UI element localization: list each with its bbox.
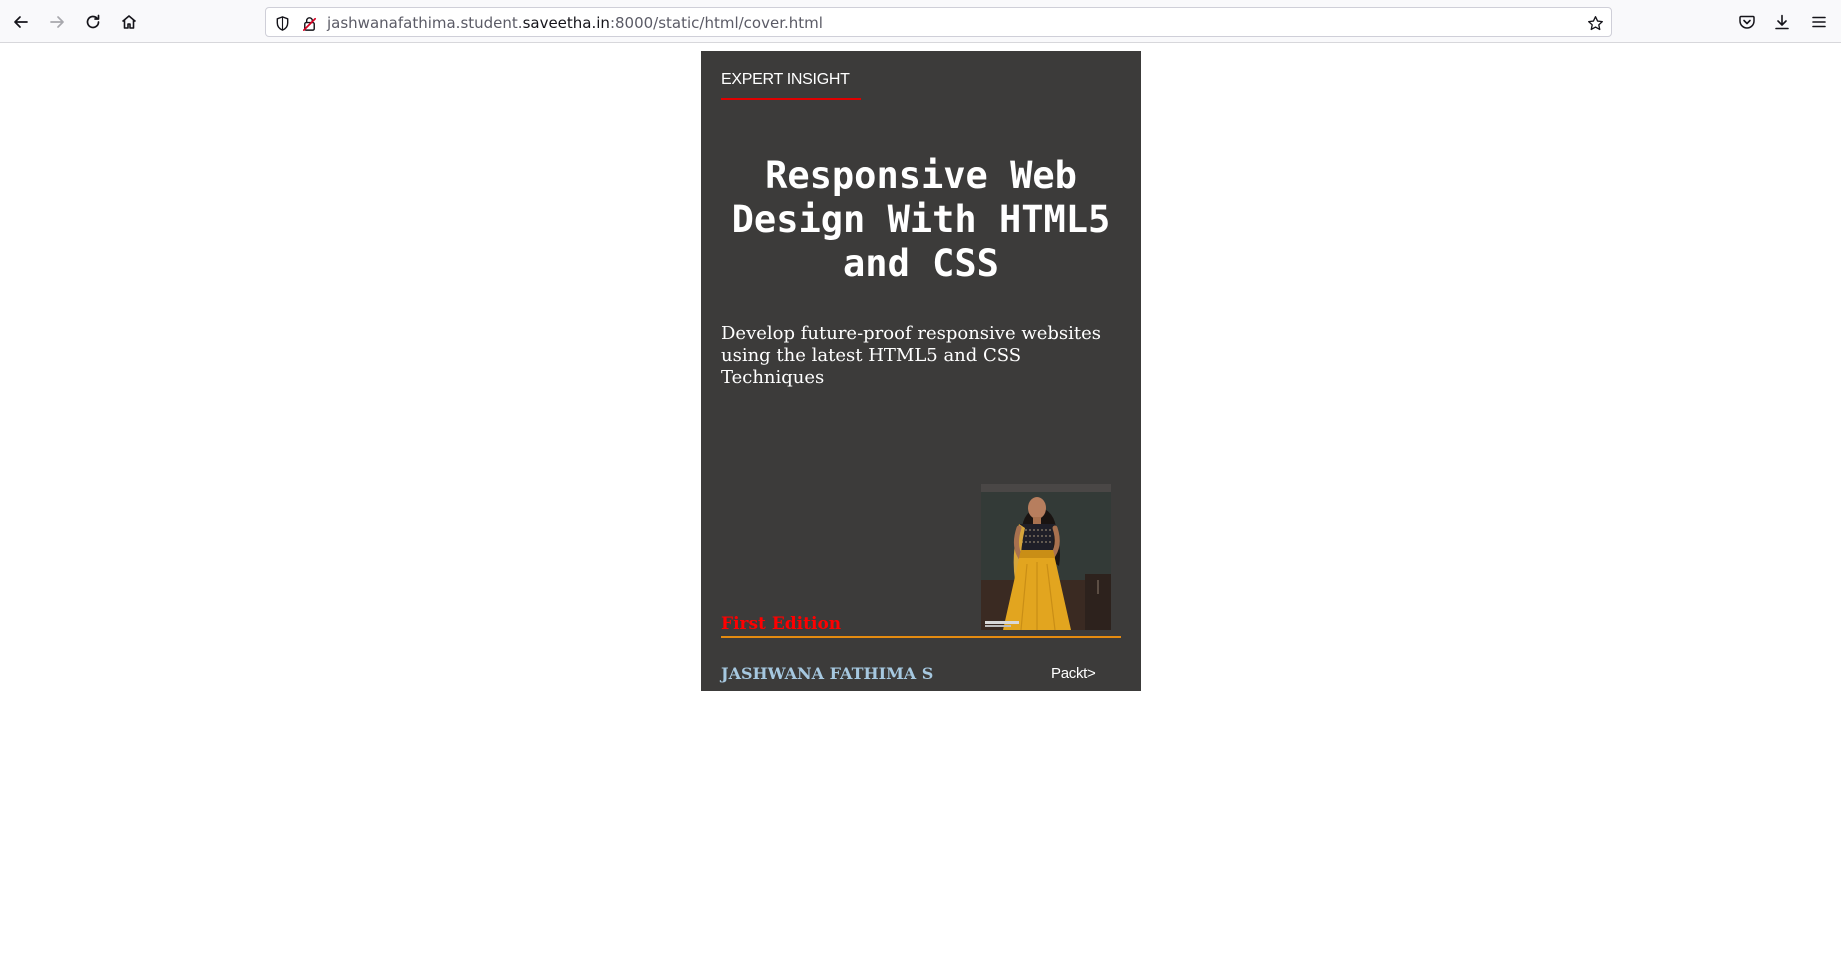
publisher-logo: Packt> (1051, 665, 1096, 682)
series-label: EXPERT INSIGHT (721, 71, 850, 88)
author-name: JASHWANA FATHIMA S (721, 664, 934, 683)
book-cover: EXPERT INSIGHT Responsive Web Design Wit… (701, 51, 1141, 691)
forward-arrow-icon (50, 16, 64, 28)
home-icon (121, 15, 137, 29)
url-domain: saveetha.in (522, 14, 610, 32)
forward-button[interactable] (43, 8, 71, 36)
edition-label: First Edition (721, 614, 842, 634)
url-text[interactable]: jashwanafathima.student.saveetha.in:8000… (327, 14, 823, 32)
edition-divider (721, 636, 1121, 638)
pocket-icon (1739, 15, 1755, 29)
star-icon[interactable] (1586, 14, 1604, 32)
home-button[interactable] (115, 8, 143, 36)
book-title: Responsive Web Design With HTML5 and CSS (731, 154, 1111, 285)
back-button[interactable] (7, 8, 35, 36)
url-suffix: :8000/static/html/cover.html (609, 14, 823, 32)
shield-icon[interactable] (273, 14, 291, 32)
back-arrow-icon (14, 16, 28, 28)
menu-button[interactable] (1805, 8, 1833, 36)
downloads-button[interactable] (1768, 8, 1796, 36)
insecure-lock-icon[interactable] (300, 14, 318, 32)
url-bar[interactable]: jashwanafathima.student.saveetha.in:8000… (265, 7, 1612, 37)
series-divider (721, 98, 861, 100)
author-photo (981, 484, 1111, 630)
download-icon (1775, 14, 1789, 30)
book-subtitle: Develop future-proof responsive websites… (721, 323, 1102, 388)
pocket-button[interactable] (1733, 8, 1761, 36)
hamburger-menu-icon (1812, 16, 1826, 28)
reload-button[interactable] (79, 8, 107, 36)
reload-icon (86, 14, 100, 29)
browser-toolbar: jashwanafathima.student.saveetha.in:8000… (0, 0, 1841, 43)
url-prefix: jashwanafathima.student. (327, 14, 523, 32)
